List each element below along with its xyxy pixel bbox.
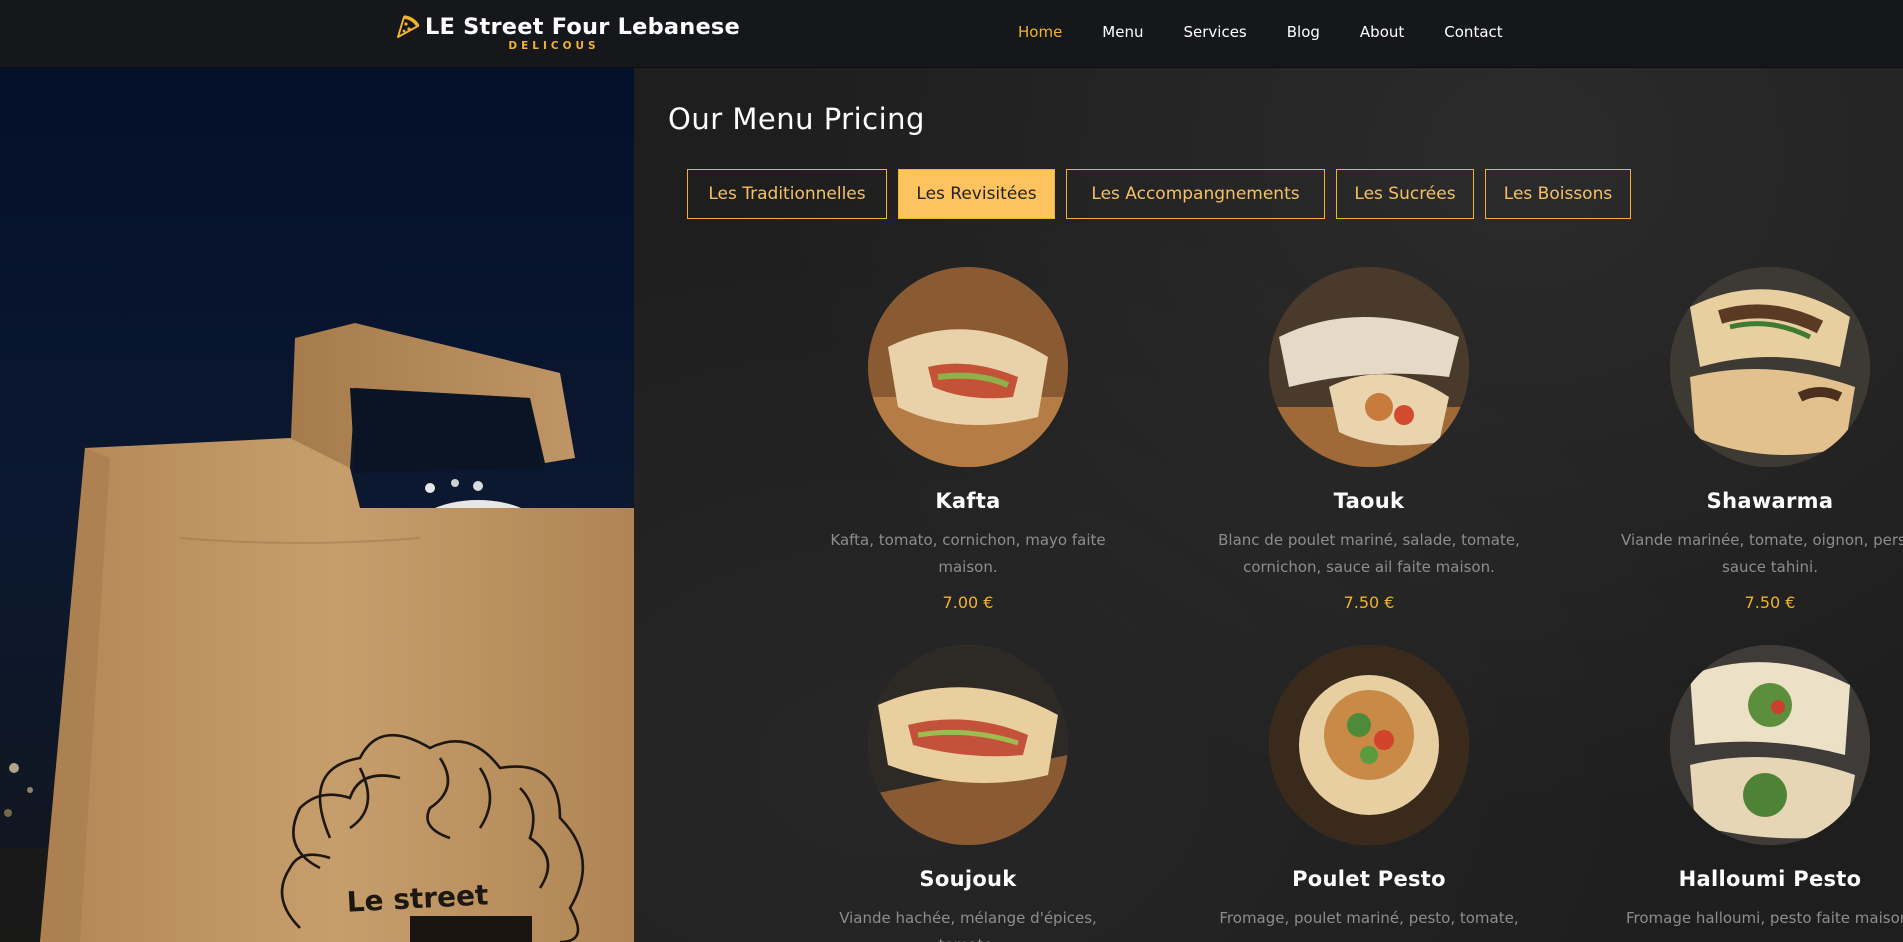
menu-item-description: Viande marinée, tomate, oignon, persil, … — [1621, 531, 1903, 576]
menu-item-name: Taouk — [1333, 489, 1405, 513]
menu-item-price: 7.50 € — [1744, 593, 1796, 612]
shawarma-wrap-photo — [1670, 267, 1870, 467]
menu-item-price: 7.00 € — [942, 593, 994, 612]
hero-photo-paper-bag: Le street — [0, 68, 634, 942]
main-nav: Home Menu Services Blog About Contact — [1018, 22, 1543, 42]
menu-item-description: Fromage halloumi, pesto faite maison, — [1625, 909, 1903, 927]
nav-contact[interactable]: Contact — [1444, 22, 1502, 42]
menu-item-card[interactable]: Soujouk Viande hachée, mélange d'épices,… — [788, 645, 1148, 942]
menu-item-card[interactable]: Kafta Kafta, tomato, cornichon, mayo fai… — [788, 267, 1148, 612]
paper-bag-illustration: Le street — [0, 68, 634, 942]
nav-blog[interactable]: Blog — [1287, 22, 1320, 42]
brand-name: LE Street Four Lebanese — [425, 14, 740, 40]
menu-item-card[interactable]: Poulet Pesto Fromage, poulet mariné, pes… — [1189, 645, 1549, 932]
taouk-wrap-photo — [1269, 267, 1469, 467]
menu-item-card[interactable]: Taouk Blanc de poulet mariné, salade, to… — [1189, 267, 1549, 612]
menu-items-grid: Kafta Kafta, tomato, cornichon, mayo fai… — [634, 68, 1903, 942]
nav-menu[interactable]: Menu — [1102, 22, 1143, 42]
menu-item-card[interactable]: Shawarma Viande marinée, tomate, oignon,… — [1590, 267, 1903, 612]
menu-item-name: Shawarma — [1706, 489, 1834, 513]
menu-section: Our Menu Pricing Les Traditionnelles Les… — [634, 68, 1903, 942]
menu-item-description: Fromage, poulet mariné, pesto, tomate, — [1219, 909, 1519, 927]
nav-services[interactable]: Services — [1183, 22, 1246, 42]
kafta-wrap-photo — [868, 267, 1068, 467]
site-header: LE Street Four Lebanese DELICOUS Home Me… — [0, 0, 1903, 68]
menu-item-description: Blanc de poulet mariné, salade, tomate, … — [1218, 531, 1520, 576]
brand-logo-link[interactable]: LE Street Four Lebanese DELICOUS — [395, 13, 740, 51]
menu-item-description: Viande hachée, mélange d'épices, tomate, — [839, 909, 1097, 942]
menu-item-card[interactable]: Halloumi Pesto Fromage halloumi, pesto f… — [1590, 645, 1903, 932]
menu-item-price: 7.50 € — [1343, 593, 1395, 612]
menu-item-description: Kafta, tomato, cornichon, mayo faite mai… — [830, 531, 1106, 576]
brand-tagline: DELICOUS — [508, 40, 600, 52]
pizza-slice-icon — [397, 15, 420, 38]
menu-item-name: Kafta — [935, 489, 1001, 513]
nav-home[interactable]: Home — [1018, 22, 1062, 42]
soujouk-wrap-photo — [868, 645, 1068, 845]
menu-item-name: Poulet Pesto — [1292, 867, 1446, 891]
nav-about[interactable]: About — [1360, 22, 1404, 42]
poulet-pesto-wrap-photo — [1269, 645, 1469, 845]
halloumi-pesto-wrap-photo — [1670, 645, 1870, 845]
menu-item-name: Halloumi Pesto — [1678, 867, 1862, 891]
menu-item-name: Soujouk — [919, 867, 1017, 891]
